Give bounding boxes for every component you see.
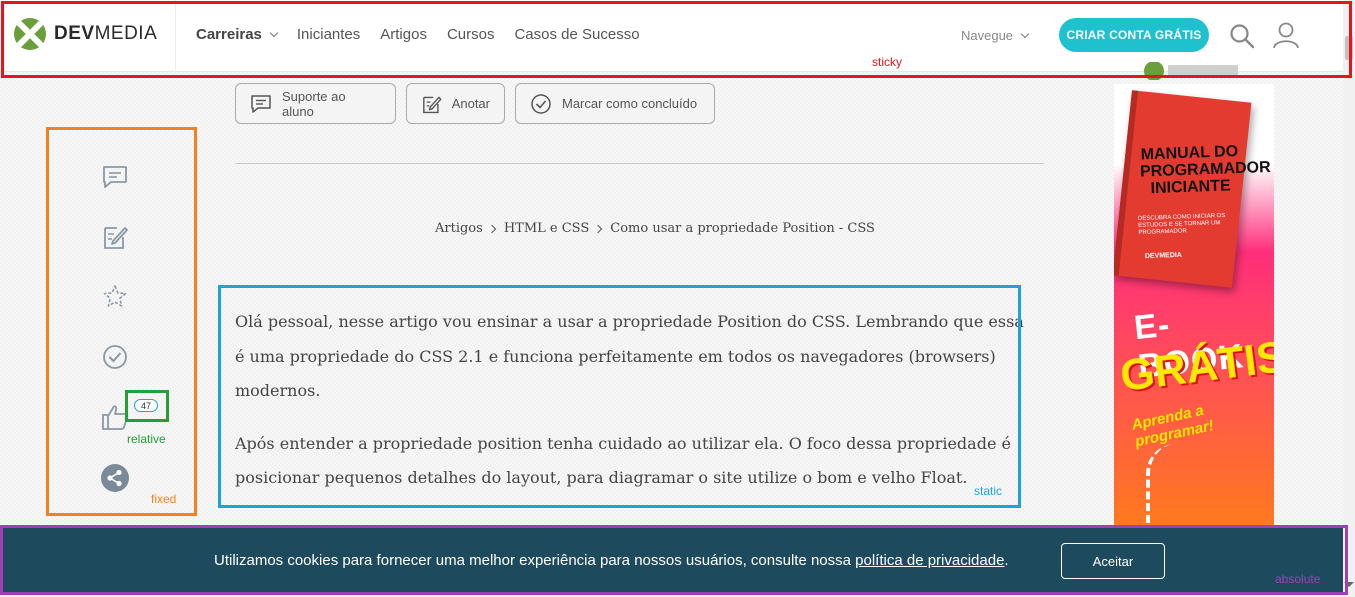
site-header: DEVMEDIA Carreiras Iniciantes Artigos Cu…	[0, 0, 1343, 72]
absolute-label: absolute	[1275, 572, 1321, 586]
nav-carreiras[interactable]: Carreiras	[196, 26, 279, 43]
nav-casos-de-sucesso[interactable]: Casos de Sucesso	[514, 26, 639, 43]
ad-decoration	[1146, 444, 1186, 524]
privacy-policy-link[interactable]: política de privacidade	[855, 552, 1004, 569]
cookie-message: Utilizamos cookies para fornecer uma mel…	[214, 552, 1009, 569]
relative-label: relative	[127, 432, 166, 446]
main-nav: Carreiras Iniciantes Artigos Cursos Caso…	[196, 26, 660, 43]
chevron-right-icon	[594, 224, 603, 233]
chevron-down-icon	[269, 28, 279, 37]
ebook-cover: MANUAL DO PROGRAMADOR INICIANTE DESCUBRA…	[1114, 90, 1271, 288]
nav-cursos[interactable]: Cursos	[447, 26, 495, 43]
page-scrollbar[interactable]	[1343, 0, 1355, 597]
static-label: static	[974, 484, 1003, 498]
navegue-dropdown[interactable]: Navegue	[961, 28, 1030, 43]
check-circle-icon	[531, 93, 551, 114]
logo-icon	[14, 18, 46, 50]
article-paragraph: Após entender a propriedade position ten…	[235, 433, 1011, 488]
support-button[interactable]: Suporte ao aluno	[235, 83, 396, 124]
nav-iniciantes[interactable]: Iniciantes	[297, 26, 360, 43]
scroll-thumb[interactable]	[1345, 36, 1353, 60]
comment-icon[interactable]	[100, 162, 130, 192]
breadcrumb-html-css[interactable]: HTML e CSS	[504, 221, 589, 236]
article-body: Olá pessoal, nesse artigo vou ensinar a …	[235, 305, 1025, 514]
scroll-down-arrow-icon[interactable]	[1344, 582, 1354, 587]
breadcrumb: Artigos HTML e CSS Como usar a proprieda…	[435, 221, 875, 236]
star-icon[interactable]	[100, 282, 130, 312]
edit-icon	[423, 96, 442, 113]
thumbs-up-icon[interactable]	[100, 402, 130, 432]
note-button[interactable]: Anotar	[406, 83, 505, 124]
fixed-label: fixed	[151, 492, 177, 506]
accept-cookies-button[interactable]: Aceitar	[1061, 543, 1165, 579]
sticky-label: sticky	[872, 55, 902, 69]
devmedia-logo[interactable]: DEVMEDIA	[14, 18, 157, 50]
divider	[235, 163, 1044, 164]
share-icon[interactable]	[100, 463, 130, 493]
ebook-ad-banner[interactable]: MANUAL DO PROGRAMADOR INICIANTE DESCUBRA…	[1114, 84, 1274, 526]
breadcrumb-current: Como usar a propriedade Position - CSS	[610, 221, 875, 236]
like-count-badge: 47	[134, 399, 158, 412]
breadcrumb-artigos[interactable]: Artigos	[435, 221, 483, 236]
chevron-right-icon	[487, 224, 497, 233]
chat-icon	[251, 94, 271, 113]
edit-icon[interactable]	[100, 222, 130, 252]
cookie-banner: Utilizamos cookies para fornecer uma mel…	[0, 527, 1343, 595]
user-icon[interactable]	[1272, 21, 1300, 49]
create-account-button[interactable]: CRIAR CONTA GRÁTIS	[1059, 18, 1209, 52]
ad-logo-peek	[1144, 62, 1238, 80]
search-icon[interactable]	[1229, 23, 1255, 49]
article-paragraph: Olá pessoal, nesse artigo vou ensinar a …	[235, 312, 1024, 400]
chevron-down-icon	[1020, 29, 1030, 38]
header-divider	[175, 0, 176, 72]
check-circle-icon[interactable]	[100, 342, 130, 372]
mark-complete-button[interactable]: Marcar como concluído	[515, 83, 715, 124]
nav-artigos[interactable]: Artigos	[380, 26, 427, 43]
